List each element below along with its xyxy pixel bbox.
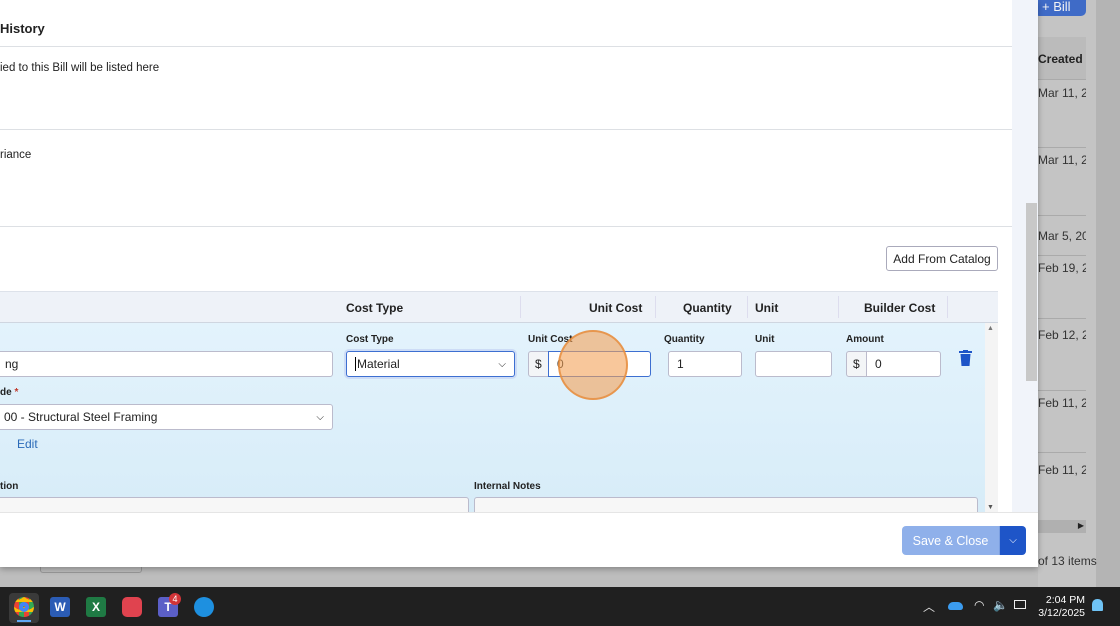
background-hscrollbar[interactable]: ▶ [1038, 520, 1086, 533]
cost-type-label: Cost Type [346, 334, 394, 345]
internal-notes-input[interactable] [474, 497, 978, 512]
volume-icon[interactable]: 🔈 [993, 598, 1008, 612]
edit-cost-code-link[interactable]: Edit [17, 437, 38, 451]
created-date-header: Created D [1038, 37, 1086, 80]
cost-code-select[interactable]: 00 - Structural Steel Framing ⌵ [0, 404, 333, 430]
line-items-scrollbar[interactable]: ▲ ▼ [985, 323, 998, 512]
notification-bell-icon[interactable] [1092, 599, 1103, 611]
header-builder-cost: Builder Cost [864, 301, 936, 315]
unit-cost-prefix: $ [528, 351, 549, 377]
chrome-icon[interactable] [14, 597, 34, 617]
created-date-cell: Mar 11, 20 [1038, 86, 1086, 100]
header-quantity: Quantity [683, 301, 732, 315]
modal-footer: Save & Close ⌵ [0, 512, 1038, 567]
chevron-down-icon: ⌵ [316, 411, 324, 423]
onedrive-icon[interactable] [948, 602, 963, 610]
trash-icon[interactable] [959, 350, 972, 366]
pager-text: of 13 items [1038, 554, 1097, 568]
unit-label: Unit [755, 334, 775, 345]
modal-content: History ied to this Bill will be listed … [0, 0, 1012, 512]
show-hidden-icons[interactable]: ︿ [923, 598, 935, 615]
internal-notes-label: Internal Notes [474, 481, 541, 492]
cost-type-select[interactable]: Material ⌵ [346, 351, 515, 377]
word-icon[interactable]: W [50, 597, 70, 617]
cursor-highlight [558, 330, 628, 400]
line-items-header: Cost Type Unit Cost Quantity Unit Builde… [0, 291, 998, 323]
new-bill-button[interactable]: + Bill [1034, 0, 1086, 16]
save-options-dropdown[interactable]: ⌵ [999, 526, 1026, 555]
created-date-cell: Feb 19, 20 [1038, 261, 1086, 275]
created-date-cell: Feb 12, 20 [1038, 328, 1086, 342]
modal-scrollbar-thumb[interactable] [1026, 203, 1037, 381]
wifi-icon[interactable]: ◠ [974, 598, 984, 612]
created-date-cell: Feb 11, 20 [1038, 463, 1086, 477]
cost-code-label: de * [0, 387, 19, 398]
amount-input[interactable]: 0 [866, 351, 941, 377]
amount-label: Amount [846, 334, 884, 345]
header-unit: Unit [755, 301, 779, 315]
save-close-button[interactable]: Save & Close [902, 526, 999, 555]
line-item-edit-row: ng Cost Type Material⌵ Unit Cost $ 0 Qua… [0, 323, 985, 512]
header-unit-cost: Unit Cost [589, 301, 643, 315]
created-date-cell: Feb 11, 20 [1038, 396, 1086, 410]
description-input[interactable] [0, 497, 469, 512]
history-title: History [0, 21, 45, 36]
header-cost-type: Cost Type [346, 301, 404, 315]
bill-modal: History ied to this Bill will be listed … [0, 0, 1038, 567]
edge-icon[interactable] [194, 597, 214, 617]
title-input[interactable]: ng [0, 351, 333, 377]
teams-badge: 4 [169, 593, 181, 605]
quantity-input[interactable]: 1 [668, 351, 742, 377]
amount-prefix: $ [846, 351, 867, 377]
description-label: tion [0, 481, 19, 492]
add-from-catalog-button[interactable]: Add From Catalog [886, 246, 998, 271]
quantity-label: Quantity [664, 334, 705, 345]
unit-input[interactable] [755, 351, 832, 377]
battery-icon[interactable] [1014, 600, 1026, 609]
excel-icon[interactable]: X [86, 597, 106, 617]
chevron-down-icon: ⌵ [1009, 535, 1017, 546]
created-date-cell: Mar 11, 20 [1038, 153, 1086, 167]
clock[interactable]: 2:04 PM 3/12/2025 [1038, 594, 1085, 620]
chevron-down-icon: ⌵ [498, 358, 506, 370]
history-empty-text: ied to this Bill will be listed here [0, 62, 160, 74]
created-date-cell: Mar 5, 202 [1038, 229, 1086, 243]
app-icon[interactable] [122, 597, 142, 617]
variance-label: riance [0, 149, 32, 161]
